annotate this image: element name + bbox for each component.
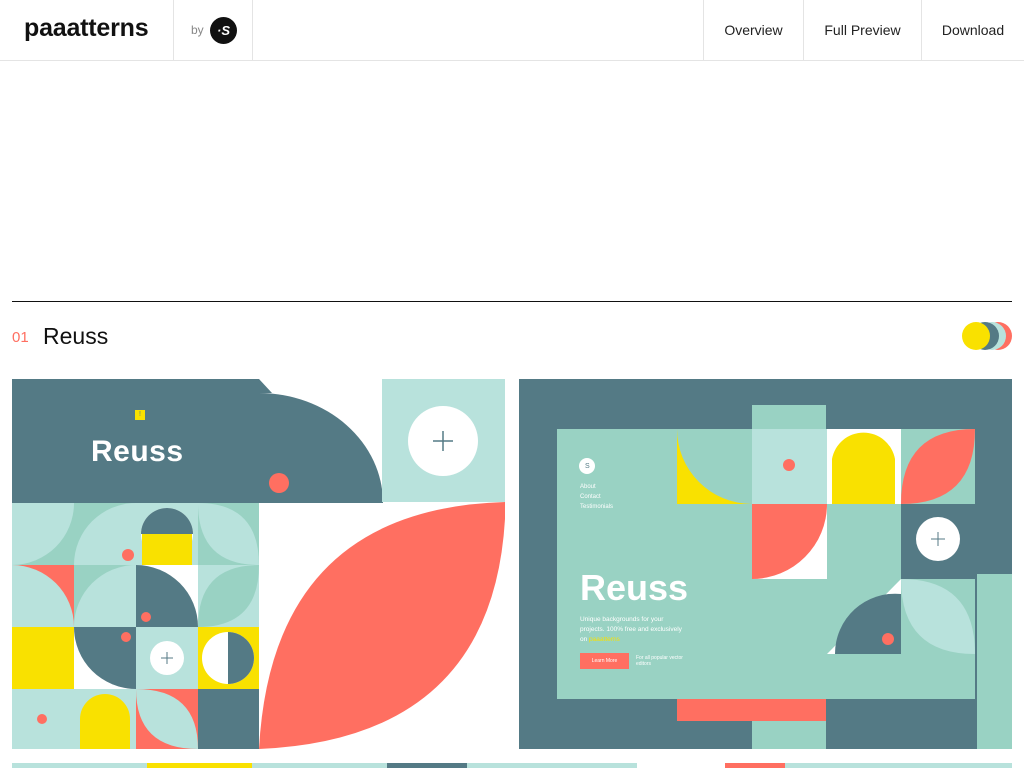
next-row-preview — [147, 763, 252, 768]
mockup-menu-item: Contact — [580, 494, 601, 500]
tagline-line: on — [580, 636, 588, 643]
tagline-line: Unique backgrounds for your — [580, 616, 664, 623]
next-row-preview — [12, 763, 147, 768]
tagline-line: projects. 100% free and exclusively — [580, 626, 682, 633]
swatch-yellow — [962, 322, 990, 350]
card-pattern-title: Reuss — [91, 435, 184, 468]
pattern-preview-card[interactable]: ! Reuss — [12, 379, 505, 749]
top-header: paaatterns by ·S Overview Full Preview D… — [0, 0, 1024, 61]
mockup-artwork — [519, 379, 1012, 749]
next-row-preview — [725, 763, 785, 768]
section-title: Reuss — [43, 323, 109, 349]
nav-overview[interactable]: Overview — [703, 0, 803, 61]
by-credit[interactable]: by ·S — [173, 0, 253, 61]
next-row-preview — [387, 763, 467, 768]
mockup-menu: About Contact Testimonials — [580, 482, 613, 512]
by-label: by — [191, 23, 204, 37]
author-logo-icon[interactable]: ·S — [210, 17, 237, 44]
mockup-logo-text: S — [585, 463, 590, 470]
mockup-preview-card[interactable]: S About Contact Testimonials Reuss Uniqu… — [519, 379, 1012, 749]
note-line: editors — [636, 661, 652, 667]
nav-full-preview[interactable]: Full Preview — [803, 0, 921, 61]
section-number: 01 — [12, 329, 29, 346]
badge-mark: ! — [135, 410, 145, 420]
color-swatches — [962, 322, 1014, 350]
next-row-preview — [252, 763, 387, 768]
mockup-title: Reuss — [580, 567, 689, 608]
mockup-tagline: Unique backgrounds for your projects. 10… — [580, 615, 682, 645]
mockup-menu-item: Testimonials — [580, 504, 614, 510]
nav-download[interactable]: Download — [921, 0, 1024, 61]
main-nav: Overview Full Preview Download — [703, 0, 1024, 61]
mockup-menu-item: About — [580, 484, 596, 490]
next-row-preview — [467, 763, 637, 768]
section-divider — [12, 301, 1012, 302]
next-row-preview — [785, 763, 1012, 768]
tagline-link: paaatterns — [589, 636, 620, 643]
pattern-artwork — [12, 379, 505, 749]
brand-logo[interactable]: paaatterns — [24, 14, 149, 43]
mockup-learn-more-button: Learn More — [591, 658, 618, 664]
dot-shape — [269, 473, 289, 493]
mockup-note: For all popular vector editors — [636, 655, 683, 667]
